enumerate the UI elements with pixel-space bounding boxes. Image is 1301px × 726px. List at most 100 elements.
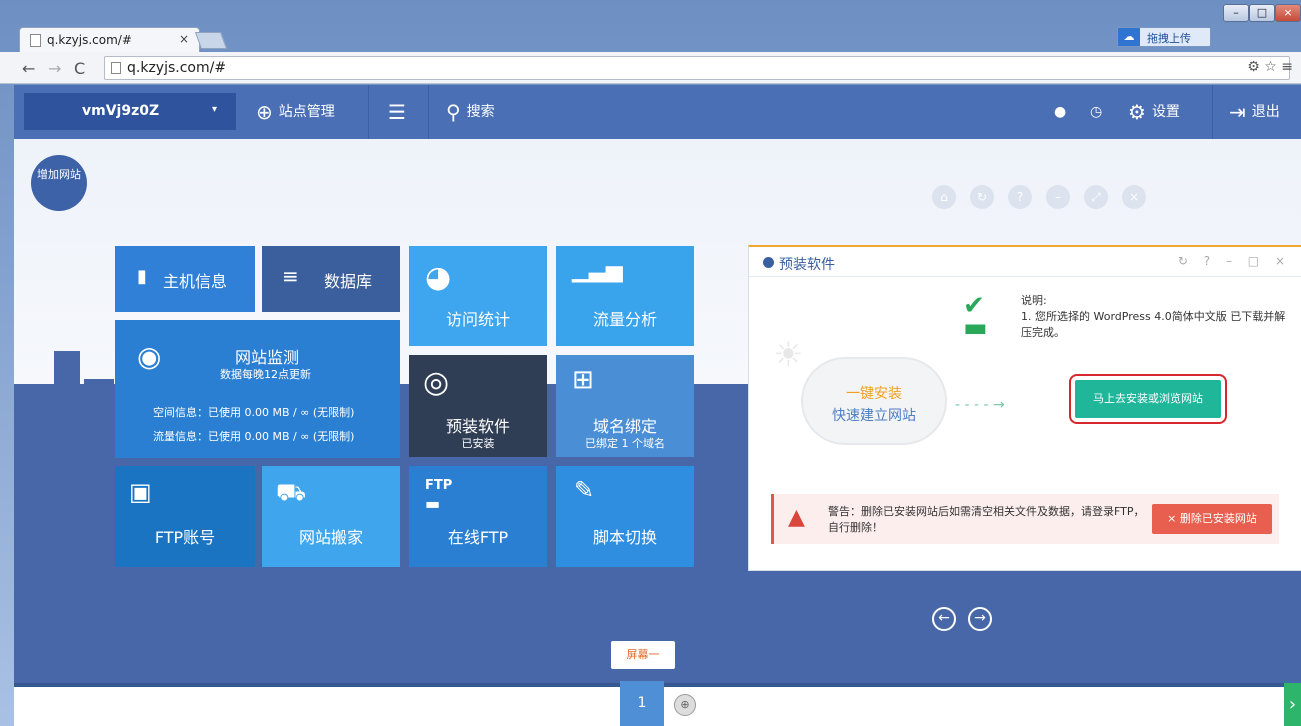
cloud-illustration: 一键安装 快速建立网站 xyxy=(801,357,947,445)
server-icon: ▮ xyxy=(137,266,147,287)
next-arrow-icon[interactable]: → xyxy=(968,607,992,631)
new-tab-button[interactable] xyxy=(194,32,228,49)
minimize-icon[interactable]: – xyxy=(1046,185,1070,209)
tile-label: 在线FTP xyxy=(447,528,509,547)
home-icon[interactable]: ⌂ xyxy=(932,185,956,209)
close-icon[interactable]: × xyxy=(1122,185,1146,209)
contact-book-icon: ▣ xyxy=(129,478,152,506)
search-button[interactable]: ⚲ 搜索 xyxy=(446,85,495,139)
tile-ftp-account[interactable]: ▣ FTP账号 xyxy=(115,466,255,567)
tile-sublabel: 数据每晚12点更新 xyxy=(220,368,311,381)
globe-icon: ⊕ xyxy=(256,100,273,124)
cloud-icon: ☁ xyxy=(1118,28,1140,46)
url-field[interactable]: q.kzyjs.com/# ⚙ ☆ ≡ xyxy=(104,56,1293,80)
tile-visit-stats[interactable]: ◕ 访问统计 xyxy=(409,246,547,346)
tile-sublabel: 已安装 xyxy=(461,437,495,450)
page-icon xyxy=(111,62,121,74)
list-menu-button[interactable]: ☰ xyxy=(388,85,412,139)
delete-label: 删除已安装网站 xyxy=(1179,512,1257,525)
chevron-down-icon: ▾ xyxy=(212,104,218,115)
ftp-icon: FTP xyxy=(425,478,453,493)
warning-box: ▲ 警告：删除已安装网站后如需清空相关文件及数据，请登录FTP，自行删除！ × … xyxy=(771,494,1279,544)
tile-database[interactable]: ≡ 数据库 xyxy=(262,246,400,312)
refresh-icon[interactable]: ↻ xyxy=(970,185,994,209)
expand-side-icon[interactable]: › xyxy=(1284,683,1301,726)
settings-button[interactable]: ⚙ 设置 xyxy=(1128,85,1180,139)
globe-icon xyxy=(763,257,774,268)
tab-close-icon[interactable]: × xyxy=(179,32,189,46)
tile-site-monitor[interactable]: ◉ 网站监测 数据每晚12点更新 空间信息：已使用 0.00 MB / ∞ (无… xyxy=(115,320,400,458)
page-icon xyxy=(30,34,41,47)
forward-icon[interactable]: → xyxy=(48,59,61,78)
chat-icon: ● xyxy=(1054,104,1067,120)
browser-window: q.kzyjs.com/# × ☁ 拖拽上传 – □ × ← → C q.kzy… xyxy=(0,0,1301,726)
maximize-button[interactable]: □ xyxy=(1249,4,1275,22)
add-site-button[interactable]: 增加网站 xyxy=(31,155,87,211)
site-manage-button[interactable]: ⊕ 站点管理 xyxy=(256,85,335,139)
database-icon: ≡ xyxy=(282,264,299,288)
eye-icon: ◉ xyxy=(137,340,162,373)
search-icon: ⚲ xyxy=(446,100,461,124)
install-browse-button[interactable]: 马上去安装或浏览网站 xyxy=(1069,374,1227,424)
clock-icon: ◷ xyxy=(1090,104,1103,120)
note-title: 说明: xyxy=(1021,294,1047,307)
back-icon[interactable]: ← xyxy=(22,59,35,78)
delete-site-button[interactable]: × 删除已安装网站 xyxy=(1152,504,1272,534)
tile-label: 主机信息 xyxy=(163,272,228,291)
drag-upload-button[interactable]: ☁ 拖拽上传 xyxy=(1117,27,1211,47)
panel-title: 预装软件 xyxy=(779,257,835,273)
preinstall-panel: 预装软件 ↻ ? – □ × ☀ 一键安装 快速建立网站 ✔ ▬ ‑ ‑ ‑ ‑ … xyxy=(748,245,1301,571)
tile-label: 脚本切换 xyxy=(592,528,657,547)
screen-1-button[interactable]: 1 xyxy=(620,681,664,726)
address-bar: ← → C q.kzyjs.com/# ⚙ ☆ ≡ xyxy=(0,52,1301,84)
browser-tab[interactable]: q.kzyjs.com/# × xyxy=(19,27,200,52)
screen-label: 屏幕一 xyxy=(611,641,675,669)
pie-chart-icon: ◕ xyxy=(425,260,452,295)
site-selector[interactable]: vmVj9z0Z ▾ xyxy=(24,93,236,130)
tile-label: 数据库 xyxy=(324,272,373,291)
space-info: 空间信息：已使用 0.00 MB / ∞ (无限制) xyxy=(153,406,355,419)
tab-strip: q.kzyjs.com/# × ☁ 拖拽上传 – □ × xyxy=(0,0,1301,52)
tile-site-move[interactable]: ⛟ 网站搬家 xyxy=(262,466,400,567)
panel-controls[interactable]: ↻ ? – □ × xyxy=(1178,254,1291,268)
document-add-icon: ⊞ xyxy=(572,365,594,395)
server-check-icon: ✔ ▬ xyxy=(963,291,988,343)
bar-chart-icon: ▁▃▅ xyxy=(572,258,623,283)
warning-icon: ▲ xyxy=(788,505,805,530)
dashboard-stage: 增加网站 ⌂ ↻ ? – ⤢ × ▮ 主机信息 ≡ 数据库 ◕ 访问统计 ▁▃▅… xyxy=(14,139,1301,683)
drive-icon: ▬ xyxy=(425,494,441,513)
tile-domain-bind[interactable]: ⊞ 域名绑定 已绑定 1 个域名 xyxy=(556,355,694,457)
edit-icon: ✎ xyxy=(574,476,595,504)
reload-icon[interactable]: C xyxy=(74,59,85,78)
chat-button[interactable]: ● xyxy=(1054,85,1072,139)
tab-title: q.kzyjs.com/# xyxy=(47,33,132,47)
prev-arrow-icon[interactable]: ← xyxy=(932,607,956,631)
close-window-button[interactable]: × xyxy=(1275,4,1301,22)
site-manage-label: 站点管理 xyxy=(278,104,335,120)
tile-preinstall[interactable]: ◎ 预装软件 已安装 xyxy=(409,355,547,457)
tile-sublabel: 已绑定 1 个域名 xyxy=(585,437,665,450)
minimize-button[interactable]: – xyxy=(1223,4,1249,22)
panel-header: 预装软件 ↻ ? – □ × xyxy=(749,247,1301,277)
tile-host-info[interactable]: ▮ 主机信息 xyxy=(115,246,255,312)
disc-icon: ◎ xyxy=(423,365,450,400)
tile-online-ftp[interactable]: FTP ▬ 在线FTP xyxy=(409,466,547,567)
history-button[interactable]: ◷ xyxy=(1090,85,1108,139)
truck-icon: ⛟ xyxy=(276,478,307,506)
warning-text: 警告：删除已安装网站后如需清空相关文件及数据，请登录FTP，自行删除！ xyxy=(828,505,1145,534)
logout-button[interactable]: ⇥ 退出 xyxy=(1229,85,1280,139)
add-screen-icon[interactable]: ⊕ xyxy=(674,694,696,716)
browser-menu-icons[interactable]: ⚙ ☆ ≡ xyxy=(1247,59,1293,75)
app-content: vmVj9z0Z ▾ ⊕ 站点管理 ☰ ⚲ 搜索 ● ◷ ⚙ 设置 ⇥ 退出 增… xyxy=(14,85,1301,726)
note-body: 1. 您所选择的 WordPress 4.0简体中文版 已下载并解压完成。 xyxy=(1021,310,1286,339)
tile-script-switch[interactable]: ✎ 脚本切换 xyxy=(556,466,694,567)
cloud-line1: 一键安装 xyxy=(846,386,902,402)
tile-traffic-analysis[interactable]: ▁▃▅ 流量分析 xyxy=(556,246,694,346)
fullscreen-icon[interactable]: ⤢ xyxy=(1084,185,1108,209)
site-name: vmVj9z0Z xyxy=(82,103,160,119)
list-icon: ☰ xyxy=(388,100,406,124)
help-icon[interactable]: ? xyxy=(1008,185,1032,209)
tile-label: 域名绑定 xyxy=(592,417,657,436)
divider xyxy=(428,85,429,139)
tile-label: 网站监测 xyxy=(235,348,300,367)
